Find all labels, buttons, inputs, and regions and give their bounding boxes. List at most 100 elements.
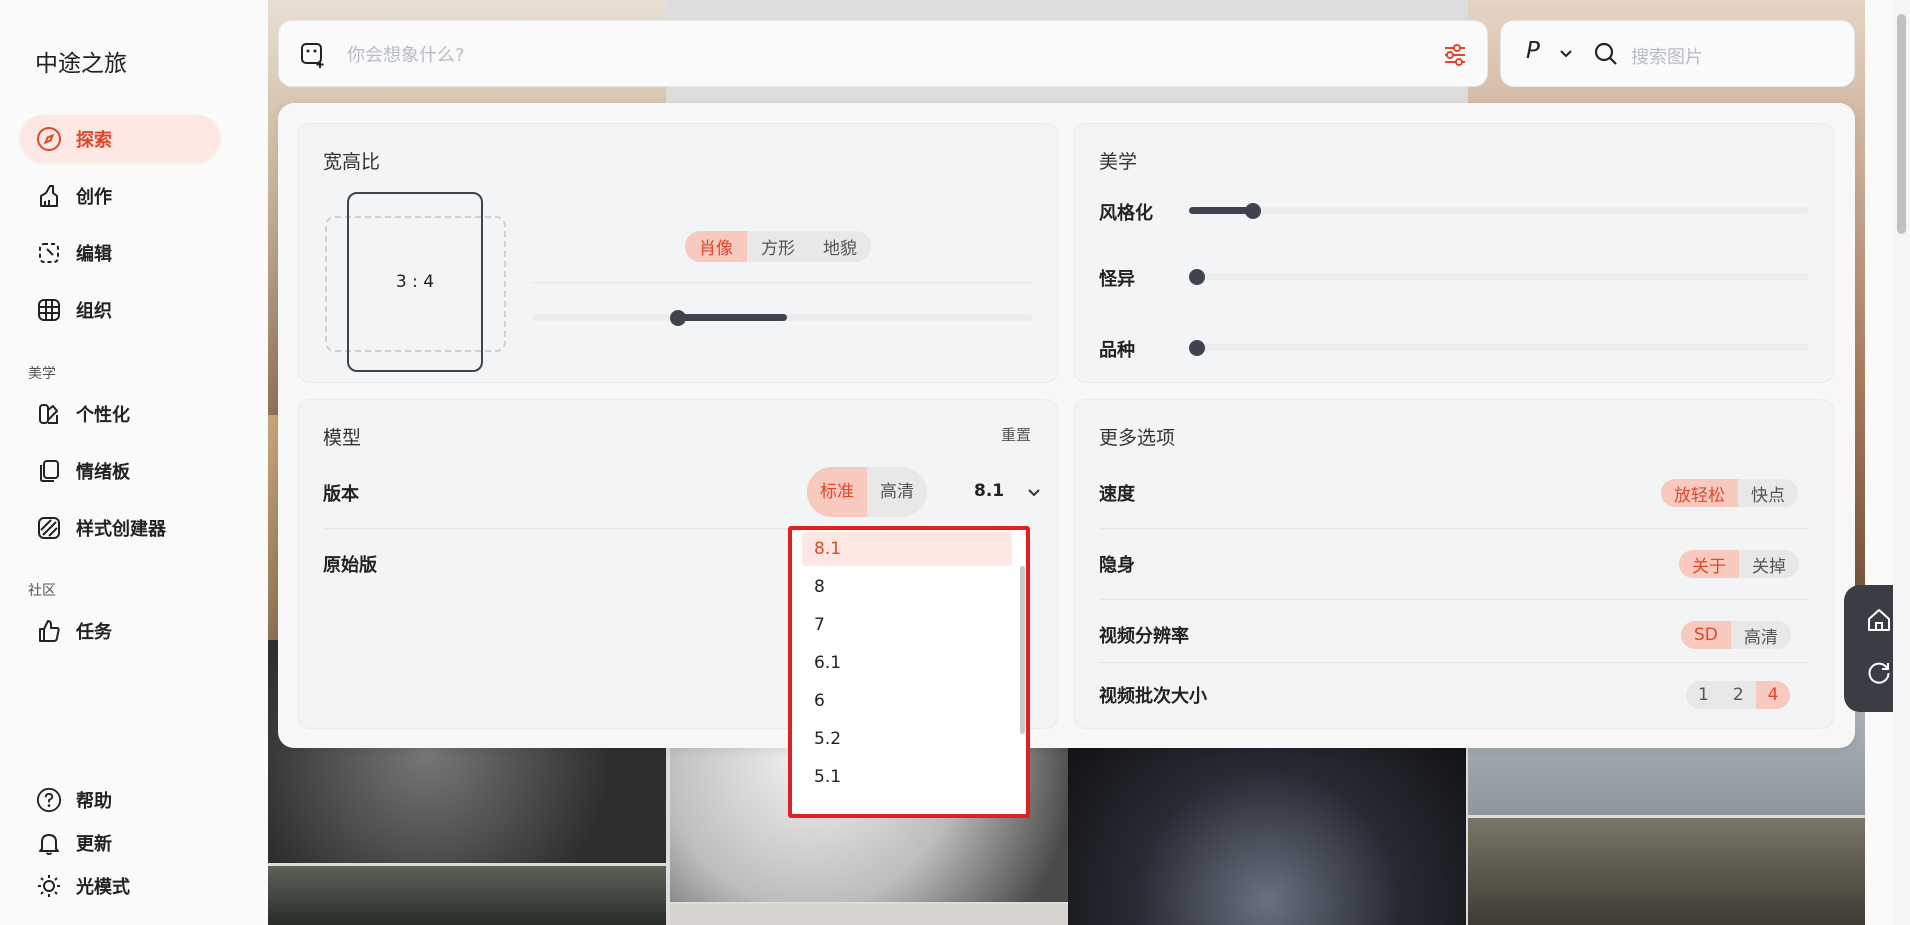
aspect-slider-handle[interactable] bbox=[670, 310, 686, 326]
version-option[interactable]: 5.1 bbox=[802, 760, 1012, 794]
sidebar-item-label: 个性化 bbox=[76, 404, 130, 426]
video-batch-size-toggle: 1 2 4 bbox=[1686, 681, 1791, 709]
sidebar-item-updates[interactable]: 更新 bbox=[20, 819, 220, 866]
style-creator-icon bbox=[36, 515, 62, 541]
video-resolution-toggle: SD 高清 bbox=[1681, 621, 1791, 649]
stylize-slider-fill bbox=[1189, 207, 1253, 214]
model-title: 模型 bbox=[323, 427, 362, 449]
sidebar-item-explore[interactable]: 探索 bbox=[20, 115, 220, 162]
stylize-slider[interactable] bbox=[1189, 207, 1809, 214]
reset-button[interactable]: 重置 bbox=[1001, 424, 1031, 445]
sidebar-item-personalize[interactable]: 个性化 bbox=[20, 390, 220, 437]
aspect-slider-fill bbox=[677, 314, 787, 321]
option-relax[interactable]: 放轻松 bbox=[1661, 479, 1738, 507]
option-batch-2[interactable]: 2 bbox=[1721, 681, 1756, 709]
section-label-aesthetics: 美学 bbox=[28, 366, 56, 382]
sidebar-item-label: 样式创建器 bbox=[76, 518, 166, 540]
help-icon bbox=[36, 787, 62, 813]
sidebar-item-label: 编辑 bbox=[76, 243, 112, 265]
option-stealth-off[interactable]: 关掉 bbox=[1739, 550, 1799, 578]
sidebar-item-label: 任务 bbox=[76, 621, 112, 643]
settings-panel: 宽高比 3 : 4 肖像 方形 地貌 美学 风格化 怪异 品种 模型 重置 版本 bbox=[278, 103, 1855, 748]
settings-sliders-icon[interactable] bbox=[1442, 42, 1468, 72]
version-select[interactable]: 8.1 bbox=[974, 481, 1004, 501]
sidebar-item-light-mode[interactable]: 光模式 bbox=[20, 862, 220, 909]
version-option[interactable]: 7 bbox=[802, 608, 1012, 642]
version-dropdown: 8.1 8 7 6.1 6 5.2 5.1 bbox=[788, 526, 1030, 818]
stylize-slider-handle[interactable] bbox=[1245, 203, 1261, 219]
sidebar-item-label: 探索 bbox=[76, 129, 112, 151]
home-icon[interactable] bbox=[1866, 607, 1892, 637]
edit-select-icon bbox=[36, 240, 62, 266]
option-portrait[interactable]: 肖像 bbox=[685, 231, 747, 262]
option-fast[interactable]: 快点 bbox=[1738, 479, 1798, 507]
compass-icon bbox=[36, 126, 62, 152]
page-scrollbar-thumb[interactable] bbox=[1897, 14, 1906, 234]
sidebar-item-label: 创作 bbox=[76, 186, 112, 208]
stealth-toggle: 关于 关掉 bbox=[1679, 550, 1799, 578]
speed-toggle: 放轻松 快点 bbox=[1661, 479, 1798, 507]
version-label: 版本 bbox=[323, 484, 359, 505]
page-scrollbar[interactable] bbox=[1893, 0, 1910, 925]
option-batch-1[interactable]: 1 bbox=[1686, 681, 1721, 709]
stealth-label: 隐身 bbox=[1099, 555, 1135, 576]
gallery-image[interactable] bbox=[670, 904, 1068, 925]
app-logo[interactable]: 中途之旅 bbox=[35, 44, 127, 78]
prompt-input[interactable]: 你会想象什么? bbox=[347, 41, 465, 67]
sidebar-item-tasks[interactable]: 任务 bbox=[20, 607, 220, 654]
aspect-ratio-title: 宽高比 bbox=[323, 151, 381, 173]
weird-slider-handle[interactable] bbox=[1189, 269, 1205, 285]
sidebar-item-organize[interactable]: 组织 bbox=[20, 286, 220, 333]
sidebar-item-help[interactable]: 帮助 bbox=[20, 776, 220, 823]
chevron-down-icon[interactable] bbox=[1559, 46, 1573, 65]
option-landscape[interactable]: 地貌 bbox=[809, 231, 871, 262]
sidebar-item-create[interactable]: 创作 bbox=[20, 172, 220, 219]
aspect-ratio-value: 3 : 4 bbox=[395, 272, 435, 292]
sun-icon bbox=[36, 873, 62, 899]
option-video-hd[interactable]: 高清 bbox=[1731, 621, 1791, 649]
video-resolution-label: 视频分辨率 bbox=[1099, 626, 1189, 647]
aesthetics-title: 美学 bbox=[1099, 151, 1138, 173]
variety-slider[interactable] bbox=[1189, 344, 1809, 351]
moodboard-icon bbox=[36, 458, 62, 484]
dropdown-scrollbar[interactable] bbox=[1020, 566, 1025, 734]
aspect-preview: 3 : 4 bbox=[347, 192, 483, 372]
aesthetics-card: 美学 风格化 怪异 品种 bbox=[1074, 123, 1834, 383]
bell-icon bbox=[36, 830, 62, 856]
video-batch-size-label: 视频批次大小 bbox=[1099, 686, 1207, 707]
chevron-down-icon[interactable] bbox=[1026, 485, 1042, 505]
gallery-image[interactable] bbox=[1468, 818, 1865, 925]
weird-slider[interactable] bbox=[1189, 273, 1809, 280]
search-mode-select[interactable]: P bbox=[1526, 38, 1540, 64]
search-input[interactable]: 搜索图片 bbox=[1631, 43, 1703, 69]
sidebar-item-edit[interactable]: 编辑 bbox=[20, 229, 220, 276]
version-option[interactable]: 8 bbox=[802, 570, 1012, 604]
thumbs-up-icon bbox=[36, 618, 62, 644]
version-option[interactable]: 6 bbox=[802, 684, 1012, 718]
sidebar-item-label: 情绪板 bbox=[76, 461, 130, 483]
variety-slider-handle[interactable] bbox=[1189, 340, 1205, 356]
aspect-ratio-card: 宽高比 3 : 4 肖像 方形 地貌 bbox=[298, 123, 1058, 383]
image-add-icon[interactable] bbox=[299, 41, 327, 73]
option-standard[interactable]: 标准 bbox=[807, 467, 867, 517]
sidebar: 中途之旅 探索 创作 编辑 组织 美学 个性化 情绪板 样式创建器 社区 任务 … bbox=[0, 0, 268, 925]
sidebar-item-label: 帮助 bbox=[76, 790, 112, 812]
version-option[interactable]: 8.1 bbox=[802, 532, 1012, 566]
option-batch-4[interactable]: 4 bbox=[1755, 681, 1791, 709]
grid-icon bbox=[36, 297, 62, 323]
more-options-title: 更多选项 bbox=[1099, 427, 1176, 449]
option-square[interactable]: 方形 bbox=[747, 231, 809, 262]
sidebar-item-style-creator[interactable]: 样式创建器 bbox=[20, 504, 220, 551]
version-option[interactable]: 5.2 bbox=[802, 722, 1012, 756]
gallery-image[interactable] bbox=[268, 866, 666, 925]
sidebar-item-label: 组织 bbox=[76, 300, 112, 322]
version-option[interactable]: 6.1 bbox=[802, 646, 1012, 680]
refresh-icon[interactable] bbox=[1866, 660, 1892, 690]
personalize-icon bbox=[36, 401, 62, 427]
image-search-bar: P 搜索图片 bbox=[1500, 20, 1855, 87]
sidebar-item-moodboard[interactable]: 情绪板 bbox=[20, 447, 220, 494]
option-stealth-on[interactable]: 关于 bbox=[1679, 550, 1739, 578]
option-sd[interactable]: SD bbox=[1681, 621, 1731, 649]
prompt-bar: 你会想象什么? bbox=[278, 20, 1488, 87]
option-hd[interactable]: 高清 bbox=[867, 467, 927, 517]
